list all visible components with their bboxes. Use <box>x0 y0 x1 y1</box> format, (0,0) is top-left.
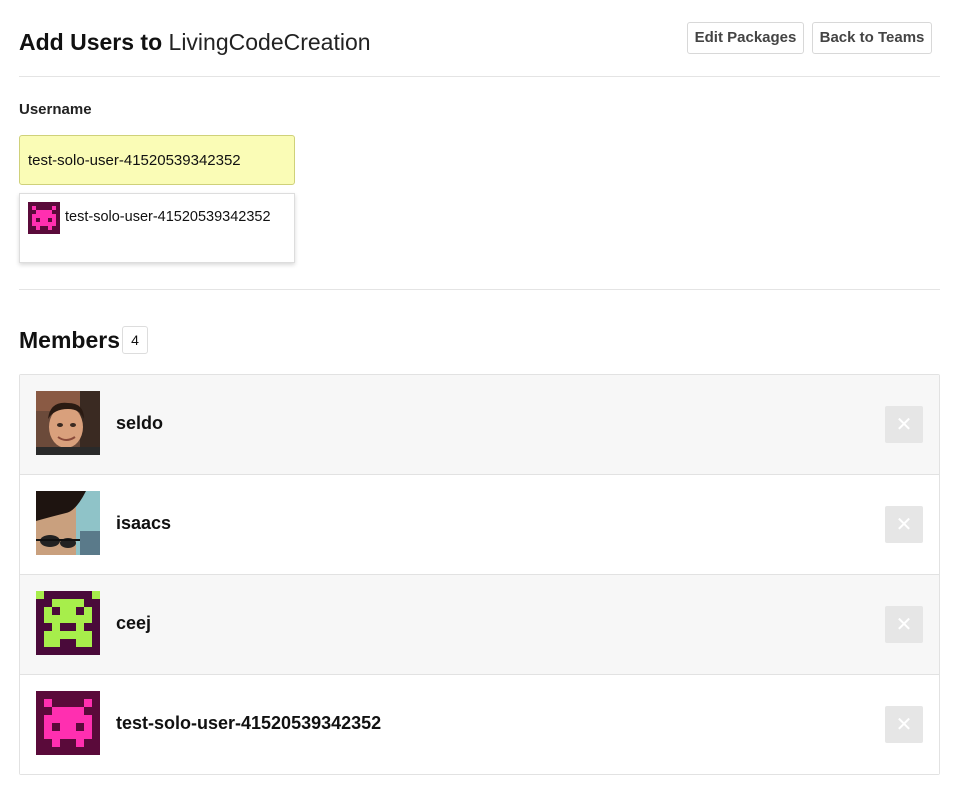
avatar <box>36 491 100 555</box>
pink-invader-icon <box>28 202 60 234</box>
autocomplete-dropdown: test-solo-user-41520539342352 <box>19 193 295 263</box>
member-row: seldo ✕ <box>20 375 939 475</box>
suggestion-username: test-solo-user-41520539342352 <box>65 209 271 225</box>
page-header: Add Users to LivingCodeCreation Edit Pac… <box>19 22 940 77</box>
team-name: LivingCodeCreation <box>168 29 371 55</box>
remove-member-button[interactable]: ✕ <box>885 506 923 543</box>
members-list: seldo ✕ isaacs ✕ ceej ✕ test-solo-user-4… <box>19 374 940 775</box>
remove-member-button[interactable]: ✕ <box>885 706 923 743</box>
member-row: isaacs ✕ <box>20 474 939 574</box>
green-invader-icon <box>36 591 100 655</box>
section-divider <box>19 289 940 290</box>
username-input[interactable] <box>19 135 295 185</box>
edit-packages-button[interactable]: Edit Packages <box>687 22 804 54</box>
member-row: ceej ✕ <box>20 574 939 674</box>
member-username: test-solo-user-41520539342352 <box>116 713 382 733</box>
back-to-teams-button[interactable]: Back to Teams <box>812 22 932 54</box>
autocomplete-suggestion[interactable]: test-solo-user-41520539342352 <box>28 202 288 234</box>
page-title: Add Users to LivingCodeCreation <box>19 27 371 57</box>
username-label: Username <box>19 101 92 118</box>
member-row: test-solo-user-41520539342352 ✕ <box>20 674 939 774</box>
remove-member-button[interactable]: ✕ <box>885 606 923 643</box>
member-username: seldo <box>116 413 164 433</box>
avatar <box>36 391 100 455</box>
members-count-badge: 4 <box>122 326 148 354</box>
member-username: ceej <box>116 613 152 633</box>
pink-invader-icon <box>36 691 100 755</box>
remove-member-button[interactable]: ✕ <box>885 406 923 443</box>
members-title: Members <box>19 327 120 353</box>
member-username: isaacs <box>116 513 172 533</box>
page-title-prefix: Add Users to <box>19 29 163 55</box>
